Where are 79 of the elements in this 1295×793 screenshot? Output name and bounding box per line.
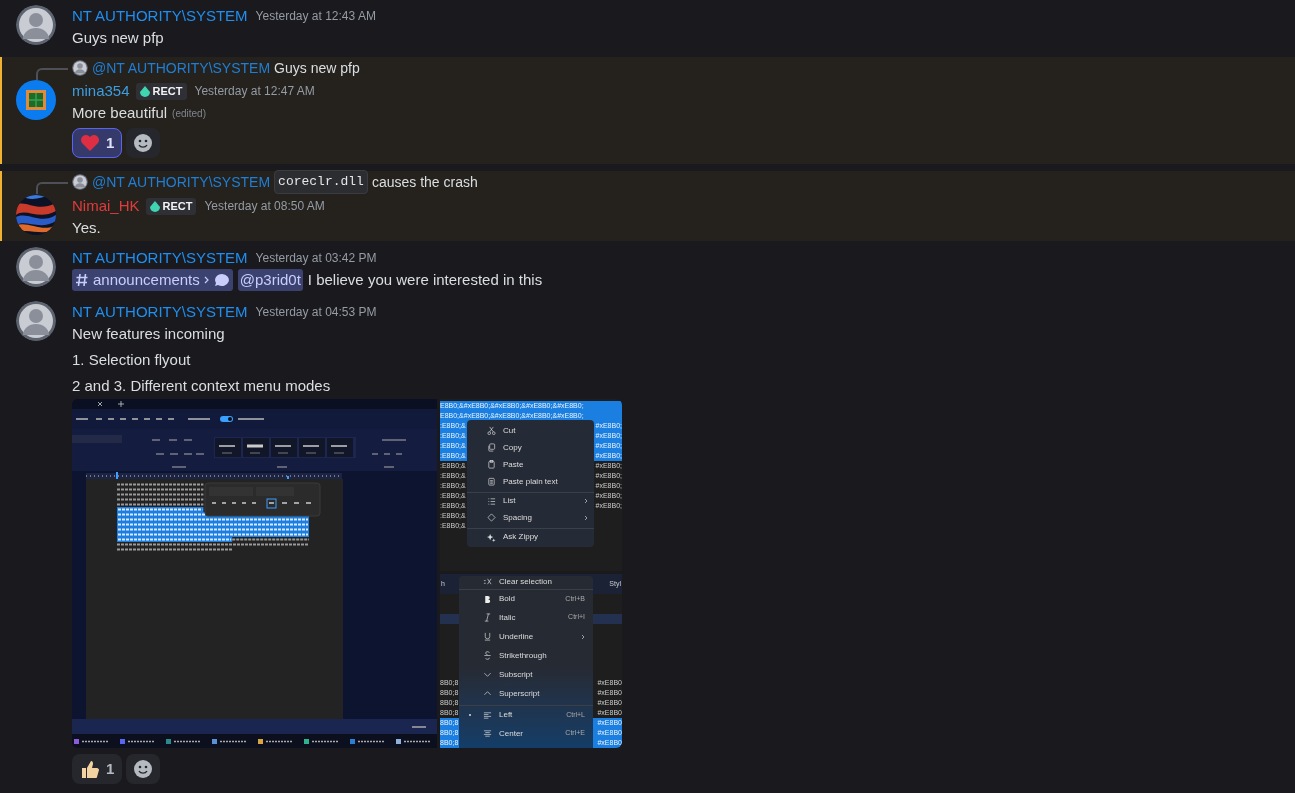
chevron-icon [203,276,210,284]
menu-item[interactable]: Paste [467,456,594,473]
thumbs-up-icon [80,759,100,779]
edited-label: (edited) [172,107,206,121]
bold-icon [483,594,492,604]
menu-item[interactable]: List [467,492,594,509]
italic-icon [483,613,492,622]
reply-avatar [72,174,88,190]
message-text: 1. Selection flyout [72,349,191,370]
timestamp: Yesterday at 08:50 AM [204,198,325,215]
clipboard-icon [487,460,496,469]
list-icon [487,496,496,506]
chevron-icon [584,498,588,504]
avatar [16,301,56,341]
reply-author[interactable]: @NT AUTHORITY\SYSTEM [92,57,271,79]
author-name[interactable]: NT AUTHORITY\SYSTEM [72,246,248,270]
message-text: causes the crash [371,172,478,192]
menu-item[interactable]: Spacing [467,509,594,526]
scissors-icon [487,426,496,435]
clear-selection-icon [483,577,492,586]
hash-icon [75,273,89,287]
reaction-button[interactable]: 1 [72,754,123,784]
reply-connector [36,182,68,194]
clan-tag[interactable]: RECT [135,82,187,100]
reply-avatar [72,60,88,76]
author-name[interactable]: NT AUTHORITY\SYSTEM [72,300,248,324]
message-text: 2 and 3. Different context menu modes [72,375,331,396]
menu-item[interactable]: Superscript [459,684,593,703]
inline-code: coreclr.dll [274,170,368,194]
drop-icon [149,200,160,212]
avatar [16,247,56,287]
smiley-icon [133,133,154,153]
avatar [16,5,56,45]
chevron-icon [584,514,588,521]
diamond-icon [487,513,496,522]
message-text: Guys new pfp [72,27,164,48]
chevron-up-icon [483,689,492,698]
sparkle-icon [487,532,496,542]
author-name[interactable]: mina354 [72,79,130,103]
message-text: New features incoming [72,323,225,344]
autosave-toggle[interactable] [220,416,233,422]
author-name[interactable]: Nimai_HK [72,194,140,218]
copy-icon [487,443,496,452]
timestamp: Yesterday at 03:42 PM [255,250,377,267]
reaction-button[interactable]: 1 [72,128,123,158]
heart-icon [80,134,100,152]
drop-icon [139,85,150,97]
add-reaction-button[interactable] [126,754,161,784]
menu-item[interactable]: Subscript [459,665,593,684]
message-text: Guys new pfp [274,58,360,78]
menu-item[interactable]: Underline [459,627,593,646]
clan-tag[interactable]: RECT [145,197,197,215]
menu-item[interactable]: Paste plain text [467,473,594,490]
align-left-icon [483,710,492,720]
menu-item[interactable]: Copy [467,439,594,456]
align-center-icon [483,729,492,738]
window-avatar-icon [16,80,56,120]
channel-mention[interactable]: announcements [72,269,233,291]
menu-item[interactable]: Cut [467,422,594,439]
add-reaction-button[interactable] [126,128,161,158]
message-text: I believe you were interested in this [307,269,543,290]
message-text: Yes. [72,217,101,238]
author-name[interactable]: NT AUTHORITY\SYSTEM [72,4,248,28]
timestamp: Yesterday at 12:43 AM [255,8,376,25]
strikethrough-icon [483,651,492,660]
menu-item[interactable]: Ask Zippy [467,528,594,545]
clipboard-text-icon [487,477,496,486]
user-mention[interactable]: @p3rid0t [237,268,303,292]
underline-icon [483,632,492,641]
reply-author[interactable]: @NT AUTHORITY\SYSTEM [92,171,271,193]
menu-item[interactable]: Strikethrough [459,646,593,665]
timestamp: Yesterday at 04:53 PM [255,304,377,321]
chevron-down-icon [483,670,492,679]
menu-item[interactable]: Clear selection [459,576,593,587]
message-text: More beautiful [72,102,168,123]
timestamp: Yesterday at 12:47 AM [194,83,315,100]
chat-bubble-icon [213,273,230,287]
smiley-icon [133,759,154,779]
chevron-icon [581,633,585,640]
